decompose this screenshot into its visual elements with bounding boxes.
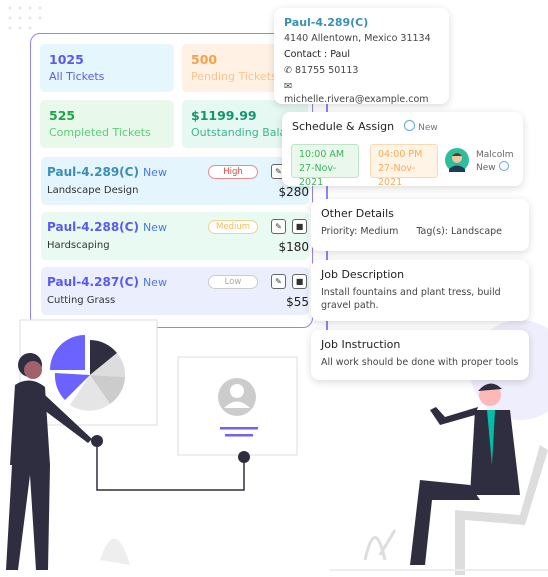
stat-all-tickets[interactable]: 1025 All Tickets: [40, 44, 174, 92]
stat-value: 1025: [49, 52, 84, 67]
ticket-status: New: [142, 166, 167, 179]
mail-icon: ✉: [284, 81, 292, 92]
ticket-row[interactable]: Paul-4.287(C) New Cutting Grass Low ✎ ■ $…: [41, 267, 309, 315]
avatar: [445, 148, 469, 172]
job-description-card: Job Description Install fountains and pl…: [311, 260, 529, 321]
job-description-title: Job Description: [321, 268, 405, 281]
stat-label: Completed Tickets: [49, 126, 151, 139]
assignee-status: New: [476, 163, 496, 173]
assignee-name: Malcolm: [476, 150, 514, 160]
contact-phone: 81755 50113: [294, 65, 359, 76]
contact-card: Paul-4.289(C) 4140 Allentown, Mexico 311…: [274, 8, 449, 105]
schedule-card: Schedule & Assign New 10:00 AM 27-Nov-202…: [282, 112, 523, 188]
contact-address: 4140 Allentown, Mexico 31134: [284, 33, 431, 44]
stat-label: All Tickets: [49, 70, 105, 83]
stat-completed-tickets[interactable]: 525 Completed Tickets: [40, 100, 174, 148]
document-icon[interactable]: ■: [292, 219, 307, 234]
priority-detail: Priority: Medium: [321, 226, 399, 237]
status-circle-icon: [498, 161, 509, 171]
edit-icon[interactable]: ✎: [271, 219, 286, 234]
ticket-status: New: [142, 221, 167, 234]
start-date: 27-Nov-2021: [299, 163, 337, 188]
stat-value: 525: [49, 108, 76, 123]
phone-icon: ✆: [284, 65, 295, 76]
end-date: 27-Nov-2021: [378, 163, 416, 188]
plant-right: [363, 529, 397, 561]
ticket-amount: $55: [286, 295, 309, 309]
schedule-title: Schedule & Assign: [292, 120, 395, 133]
priority-badge: Low: [208, 275, 258, 289]
plant-left: [100, 538, 130, 565]
schedule-status: New: [418, 123, 438, 133]
contact-email[interactable]: michelle.rivera@example.com: [284, 94, 429, 105]
priority-badge: Medium: [208, 220, 258, 234]
job-description-text: Install fountains and plant tress, build…: [321, 287, 501, 311]
contact-id[interactable]: Paul-4.289(C): [284, 16, 439, 29]
end-time-box[interactable]: 04:00 PM 27-Nov-2021: [370, 144, 438, 188]
tags-detail: Tag(s): Landscape: [416, 226, 503, 237]
start-time-box[interactable]: 10:00 AM 27-Nov-2021: [291, 144, 359, 188]
ticket-id[interactable]: Paul-4.287(C): [47, 275, 139, 289]
ticket-id[interactable]: Paul-4.289(C): [47, 165, 139, 179]
status-circle-icon: [403, 120, 415, 131]
end-time: 04:00 PM: [378, 149, 423, 160]
contact-name: Contact : Paul: [284, 49, 350, 60]
illustration: [6, 319, 548, 575]
ticket-desc: Hardscaping: [47, 240, 110, 251]
man-figure: [410, 383, 548, 575]
priority-badge: High: [208, 165, 258, 179]
document-icon[interactable]: ■: [292, 274, 307, 289]
edit-icon[interactable]: ✎: [271, 274, 286, 289]
ticket-desc: Cutting Grass: [47, 295, 116, 306]
other-details-title: Other Details: [321, 207, 394, 220]
ticket-status: New: [142, 276, 167, 289]
ticket-amount: $180: [278, 240, 309, 254]
ticket-id[interactable]: Paul-4.288(C): [47, 220, 139, 234]
other-details-card: Other Details Priority: Medium Tag(s): La…: [311, 199, 529, 251]
ticket-desc: Landscape Design: [47, 185, 139, 196]
start-time: 10:00 AM: [299, 149, 345, 160]
ticket-row[interactable]: Paul-4.289(C) New Landscape Design High ✎…: [41, 157, 309, 205]
ticket-row[interactable]: Paul-4.288(C) New Hardscaping Medium ✎ ■ …: [41, 212, 309, 260]
